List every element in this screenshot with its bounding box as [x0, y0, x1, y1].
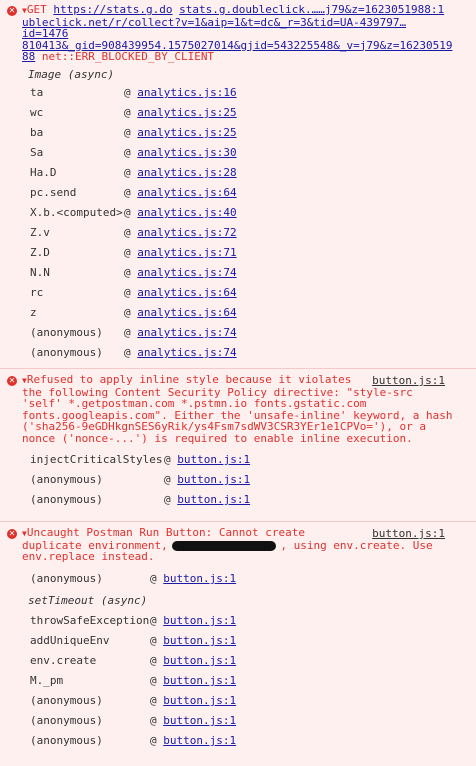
function-name: ba	[30, 126, 44, 139]
frame-source-link[interactable]: analytics.js:25	[137, 126, 236, 139]
frame-source-link[interactable]: button.js:1	[163, 654, 236, 667]
message-text: ▼Uncaught Postman Run Button: Cannot cre…	[22, 526, 433, 563]
error-icon: ✕	[7, 529, 17, 539]
stack-frame: (anonymous) @ button.js:1	[30, 734, 237, 747]
stack-frame: (anonymous) @ button.js:1	[30, 714, 237, 727]
stack-frame: N.N @ analytics.js:74	[30, 266, 237, 279]
frame-source-link[interactable]: analytics.js:72	[137, 226, 236, 239]
stack-frame: M._pm @ button.js:1	[30, 674, 237, 687]
stack-frame: pc.send @ analytics.js:64	[30, 186, 237, 199]
message-line: nonce ('nonce-...') is required to enabl…	[22, 431, 413, 445]
function-name: ta	[30, 86, 44, 99]
stack-frame: injectCriticalStyles @ button.js:1	[30, 453, 251, 466]
function-name: N.N	[30, 266, 50, 279]
frame-source-link[interactable]: analytics.js:74	[137, 266, 236, 279]
stack-frame: rc @ analytics.js:64	[30, 286, 237, 299]
function-name: X.b.<computed>	[30, 206, 123, 219]
console-message-network-error: ✕ ▼GET https://stats.g.do stats.g.double…	[0, 0, 476, 369]
stack-frame: wc @ analytics.js:25	[30, 106, 237, 119]
function-name: Z.D	[30, 246, 50, 259]
function-name: Z.v	[30, 226, 50, 239]
function-name: (anonymous)	[30, 694, 103, 707]
async-label: Image (async)	[28, 68, 115, 81]
console-message-uncaught-error: ✕ button.js:1 ▼Uncaught Postman Run Butt…	[0, 522, 476, 766]
error-code: net::ERR_BLOCKED_BY_CLIENT	[35, 50, 215, 63]
redacted-text	[172, 540, 276, 551]
function-name: (anonymous)	[30, 493, 103, 506]
frame-source-link[interactable]: button.js:1	[177, 493, 250, 506]
stack-frame: (anonymous) @ button.js:1	[30, 473, 251, 486]
frame-source-link[interactable]: analytics.js:16	[137, 86, 236, 99]
stack-frame: Z.D @ analytics.js:71	[30, 246, 237, 259]
frame-source-link[interactable]: analytics.js:40	[137, 206, 236, 219]
frame-source-link[interactable]: button.js:1	[163, 734, 236, 747]
function-name: wc	[30, 106, 44, 119]
frame-source-link[interactable]: analytics.js:25	[137, 106, 236, 119]
frame-source-link[interactable]: analytics.js:64	[137, 306, 236, 319]
stack-frame: Ha.D @ analytics.js:28	[30, 166, 237, 179]
stack-frame: (anonymous) @ button.js:1	[30, 493, 251, 506]
function-name: addUniqueEnv	[30, 634, 110, 647]
async-label: setTimeout (async)	[28, 594, 148, 607]
frame-source-link[interactable]: analytics.js:74	[137, 346, 236, 359]
request-url-link-2[interactable]: stats.g.doubleclick.…	[179, 3, 318, 16]
function-name: (anonymous)	[30, 346, 103, 359]
error-icon: ✕	[7, 6, 17, 16]
stack-frame: ta @ analytics.js:16	[30, 86, 237, 99]
stack-frame: ba @ analytics.js:25	[30, 126, 237, 139]
message-text: ▼Refused to apply inline style because i…	[22, 374, 466, 444]
frame-source-link[interactable]: analytics.js:30	[137, 146, 236, 159]
frame-source-link[interactable]: button.js:1	[177, 453, 250, 466]
stack-frame: (anonymous) @ analytics.js:74	[30, 326, 237, 339]
frame-source-link[interactable]: button.js:1	[163, 572, 236, 585]
error-icon: ✕	[7, 376, 17, 386]
frame-source-link[interactable]: button.js:1	[163, 714, 236, 727]
function-name: injectCriticalStyles	[30, 453, 163, 466]
frame-source-link[interactable]: analytics.js:64	[137, 286, 236, 299]
stack-frame: (anonymous) @ button.js:1	[30, 572, 237, 585]
function-name: Sa	[30, 146, 44, 159]
stack-frame: z @ analytics.js:64	[30, 306, 237, 319]
frame-source-link[interactable]: button.js:1	[163, 694, 236, 707]
request-url-line[interactable]: ubleclick.net/r/collect?v=1&aip=1&t=dc&_…	[22, 16, 446, 40]
function-name: rc	[30, 286, 44, 299]
stack-frame: throwSafeException @ button.js:1	[30, 614, 237, 627]
console-message-csp-error: ✕ button.js:1 ▼Refused to apply inline s…	[0, 369, 476, 522]
function-name: (anonymous)	[30, 714, 103, 727]
function-name: M._pm	[30, 674, 64, 687]
stack-frame: Sa @ analytics.js:30	[30, 146, 237, 159]
stack-frame: env.create @ button.js:1	[30, 654, 237, 667]
stack-frame: (anonymous) @ button.js:1	[30, 694, 237, 707]
stack-frame: X.b.<computed> @ analytics.js:40	[30, 206, 237, 219]
function-name: throwSafeException	[30, 614, 150, 627]
function-name: (anonymous)	[30, 572, 103, 585]
stack-frame: (anonymous) @ analytics.js:74	[30, 346, 237, 359]
function-name: env.create	[30, 654, 97, 667]
frame-source-link[interactable]: button.js:1	[163, 634, 236, 647]
function-name: z	[30, 306, 37, 319]
stack-frame: addUniqueEnv @ button.js:1	[30, 634, 237, 647]
request-url-link[interactable]: https://stats.g.do	[53, 3, 172, 16]
function-name: (anonymous)	[30, 734, 103, 747]
message-text: ▼GET https://stats.g.do stats.g.doublecl…	[22, 3, 453, 63]
frame-source-link[interactable]: button.js:1	[163, 614, 236, 627]
function-name: (anonymous)	[30, 473, 103, 486]
stack-frame: Z.v @ analytics.js:72	[30, 226, 237, 239]
function-name: Ha.D	[30, 166, 57, 179]
frame-source-link[interactable]: button.js:1	[163, 674, 236, 687]
frame-source-link[interactable]: analytics.js:64	[137, 186, 236, 199]
frame-source-link[interactable]: analytics.js:71	[137, 246, 236, 259]
function-name: (anonymous)	[30, 326, 103, 339]
function-name: pc.send	[30, 186, 77, 199]
frame-source-link[interactable]: analytics.js:74	[137, 326, 236, 339]
frame-source-link[interactable]: button.js:1	[177, 473, 250, 486]
frame-source-link[interactable]: analytics.js:28	[137, 166, 236, 179]
